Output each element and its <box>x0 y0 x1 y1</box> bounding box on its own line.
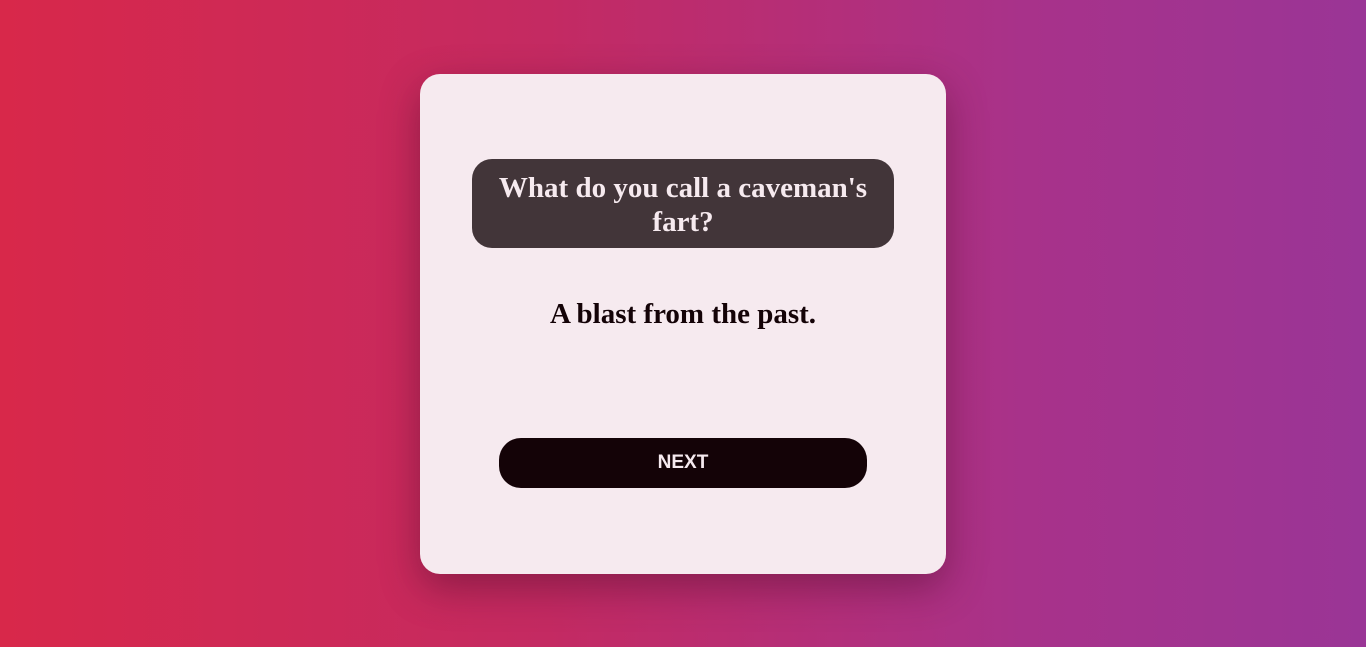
next-button[interactable]: NEXT <box>499 438 867 488</box>
joke-card: What do you call a caveman's fart? A bla… <box>420 74 946 574</box>
joke-answer: A blast from the past. <box>549 298 817 330</box>
joke-question: What do you call a caveman's fart? <box>472 159 894 248</box>
